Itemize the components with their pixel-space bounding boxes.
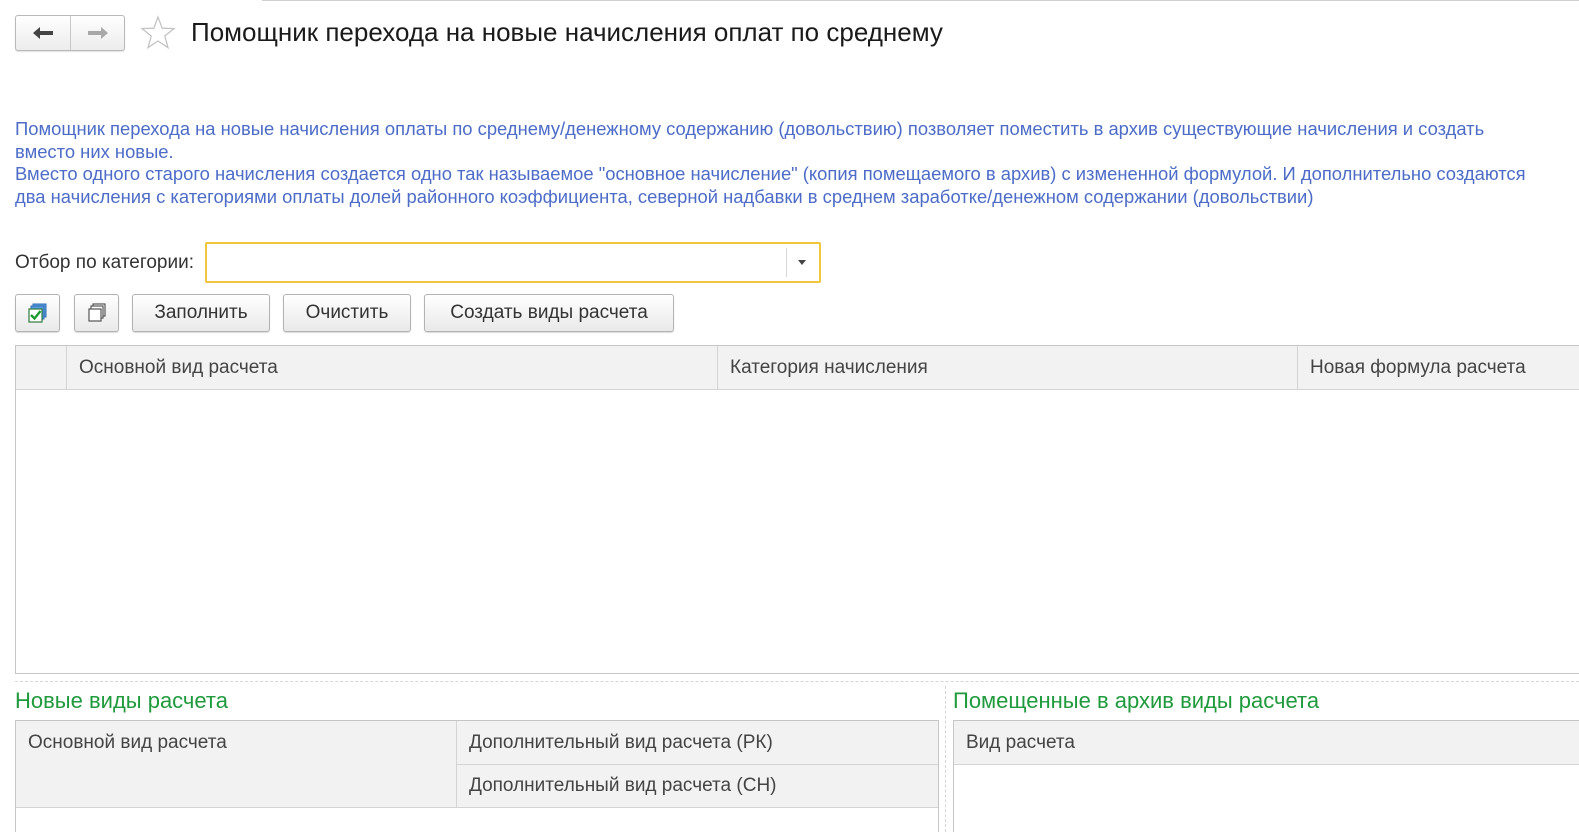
- checkbox-column-header[interactable]: [16, 346, 66, 390]
- page-title: Помощник перехода на новые начисления оп…: [191, 17, 943, 47]
- column-new-formula[interactable]: Новая формула расчета: [1297, 346, 1579, 390]
- new-types-title: Новые виды расчета: [15, 688, 228, 713]
- arrow-right-icon: [87, 27, 108, 39]
- filter-label: Отбор по категории:: [15, 252, 194, 273]
- create-calculation-types-button[interactable]: Создать виды расчета: [424, 294, 674, 332]
- info-paragraph-2: Вместо одного старого начисления создает…: [15, 163, 1526, 208]
- chevron-down-icon[interactable]: [798, 260, 806, 265]
- column-additional-sn[interactable]: Дополнительный вид расчета (СН): [456, 765, 938, 808]
- filter-divider: [786, 248, 787, 277]
- column-main-calc-type[interactable]: Основной вид расчета: [66, 346, 717, 390]
- info-paragraph-1: Помощник перехода на новые начисления оп…: [15, 118, 1485, 162]
- calculation-types-table[interactable]: Основной вид расчета Категория начислени…: [15, 345, 1579, 674]
- uncheck-all-icon: [87, 303, 106, 322]
- column-archived-calc-type[interactable]: Вид расчета: [954, 721, 1579, 765]
- arrow-left-icon: [33, 27, 53, 39]
- category-filter-select[interactable]: [205, 242, 821, 283]
- star-icon[interactable]: [139, 14, 177, 52]
- info-description: Помощник перехода на новые начисления оп…: [15, 118, 1535, 209]
- column-divider: [945, 686, 946, 832]
- section-divider: [15, 681, 1579, 682]
- column-new-main-type[interactable]: Основной вид расчета: [16, 721, 456, 808]
- window-top-border: [262, 0, 1579, 3]
- table-header: Основной вид расчета Категория начислени…: [16, 346, 1579, 390]
- navigation-buttons: [15, 15, 125, 51]
- column-accrual-category[interactable]: Категория начисления: [717, 346, 1297, 390]
- back-button[interactable]: [16, 16, 70, 50]
- uncheck-all-button[interactable]: [74, 294, 119, 332]
- archived-types-table[interactable]: Вид расчета: [953, 720, 1579, 832]
- column-additional-rk[interactable]: Дополнительный вид расчета (РК): [456, 721, 938, 765]
- fill-button[interactable]: Заполнить: [132, 294, 270, 332]
- check-all-icon: [27, 303, 46, 323]
- clear-button[interactable]: Очистить: [283, 294, 411, 332]
- archived-types-title: Помещенные в архив виды расчета: [953, 688, 1320, 713]
- forward-button[interactable]: [70, 16, 124, 50]
- new-types-table[interactable]: Основной вид расчета Дополнительный вид …: [15, 720, 939, 832]
- check-all-button[interactable]: [15, 294, 60, 332]
